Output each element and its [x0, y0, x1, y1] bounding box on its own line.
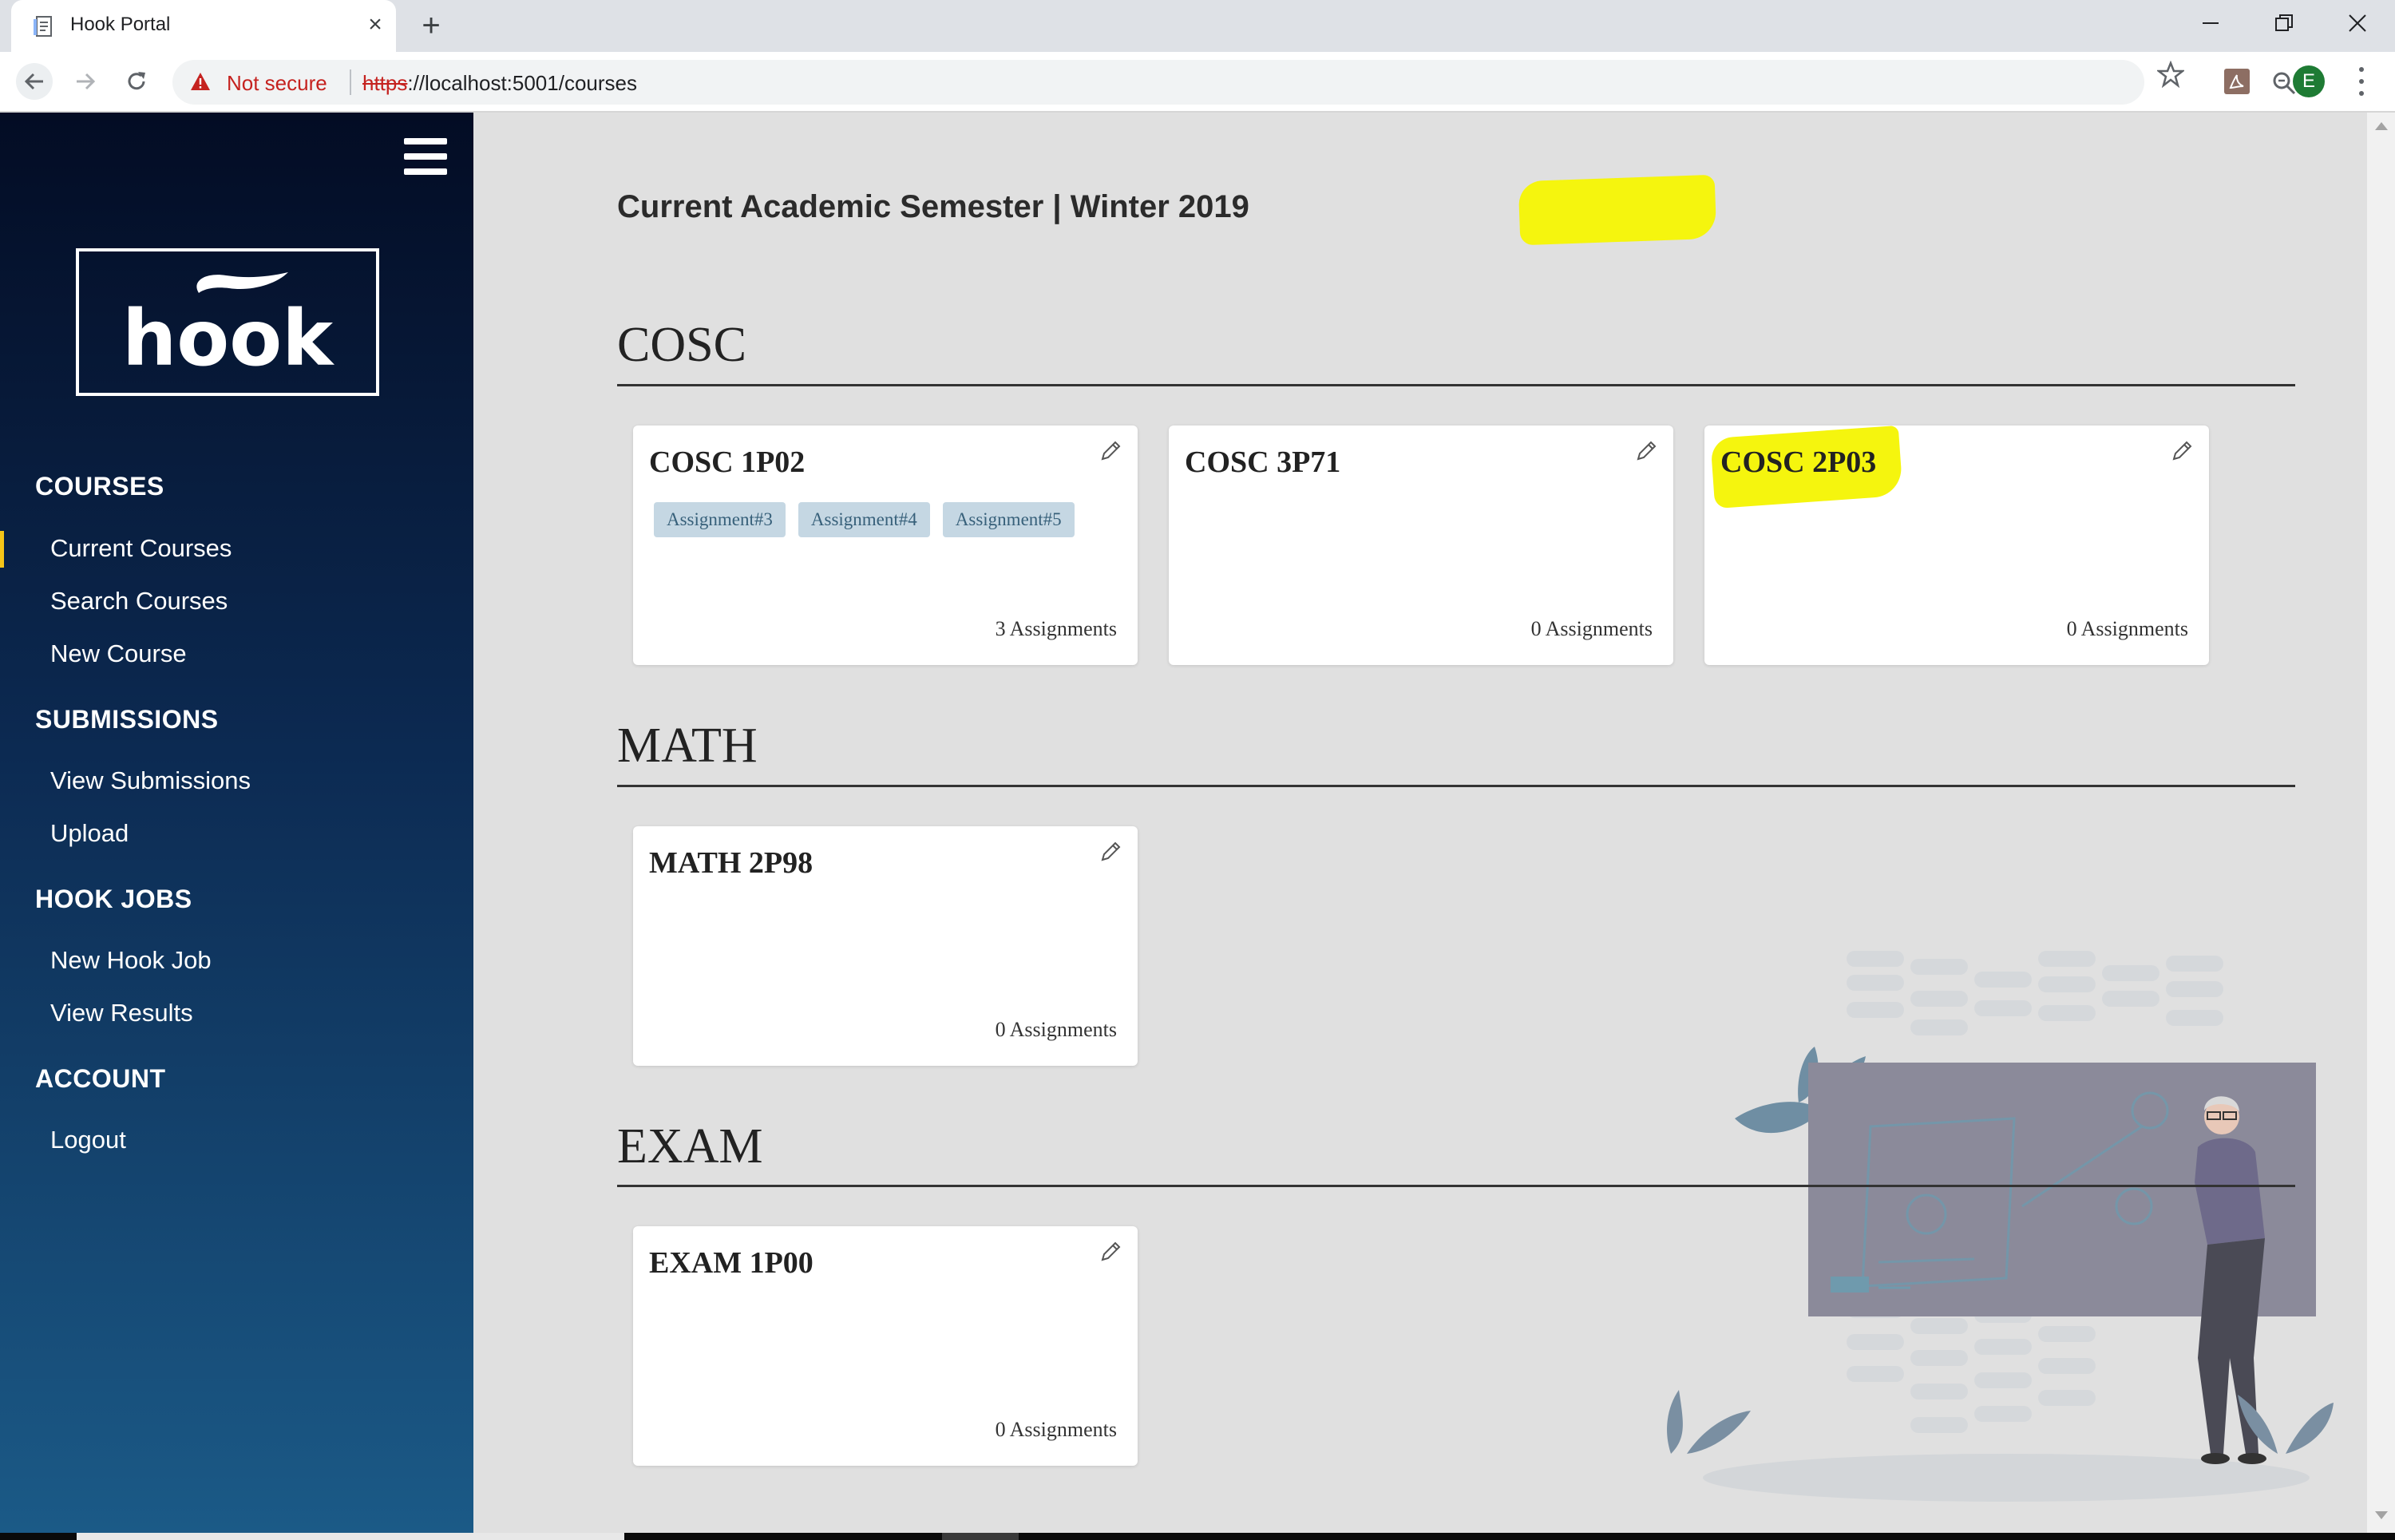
course-title[interactable]: COSC 1P02: [649, 445, 805, 480]
back-icon[interactable]: [16, 63, 53, 100]
page-scrollbar[interactable]: [2367, 113, 2395, 1533]
url-text[interactable]: https://localhost:5001/courses: [362, 71, 637, 96]
pencil-icon[interactable]: [1633, 438, 1659, 464]
assignment-tag[interactable]: Assignment#4: [798, 502, 930, 537]
course-title[interactable]: COSC 2P03: [1720, 445, 1876, 480]
nav-heading-courses: COURSES: [35, 472, 164, 501]
active-nav-marker: [0, 531, 4, 568]
assignment-tag[interactable]: Assignment#3: [654, 502, 786, 537]
restore-window-icon[interactable]: [2248, 0, 2320, 46]
browser-toolbar: Not secure https://localhost:5001/course…: [0, 52, 2395, 113]
nav-item-new-hook-job[interactable]: New Hook Job: [50, 946, 212, 975]
url-path: ://localhost:5001/courses: [407, 71, 637, 95]
semester-prefix: Current Academic Semester |: [617, 189, 1071, 224]
annotation-highlight: [1518, 174, 1717, 246]
main-content: Current Academic Semester | Winter 2019: [473, 113, 2367, 1533]
section-title-exam: EXAM: [617, 1119, 763, 1174]
assignment-count: 0 Assignments: [995, 1418, 1117, 1441]
hook-logo[interactable]: hook: [76, 248, 379, 396]
security-status[interactable]: Not secure: [227, 71, 327, 96]
plus-icon[interactable]: +: [414, 10, 449, 45]
course-title[interactable]: EXAM 1P00: [649, 1245, 814, 1281]
section-divider: [617, 785, 2295, 787]
assignment-tag[interactable]: Assignment#5: [942, 502, 1075, 537]
nav-item-view-submissions[interactable]: View Submissions: [50, 766, 251, 795]
pdf-extension-icon[interactable]: [2224, 69, 2250, 94]
course-card-cosc-3p71[interactable]: COSC 3P71 0 Assignments: [1169, 426, 1673, 665]
bookmark-star-icon[interactable]: [2157, 61, 2184, 88]
page-title: Current Academic Semester | Winter 2019: [617, 189, 1249, 225]
tab-title: Hook Portal: [70, 14, 171, 35]
scroll-up-arrow-icon[interactable]: [2375, 122, 2388, 130]
profile-avatar[interactable]: E: [2293, 65, 2325, 97]
course-title[interactable]: COSC 3P71: [1185, 445, 1340, 480]
pencil-icon[interactable]: [1098, 438, 1123, 464]
pencil-icon[interactable]: [1098, 1239, 1123, 1265]
section-title-cosc: COSC: [617, 318, 746, 372]
course-card-cosc-2p03[interactable]: COSC 2P03 0 Assignments: [1704, 425, 2209, 665]
nav-item-current-courses[interactable]: Current Courses: [50, 534, 232, 563]
page-icon: [34, 16, 52, 37]
hamburger-menu-icon[interactable]: [404, 138, 447, 175]
browser-tab-strip: Hook Portal × +: [0, 0, 2395, 52]
nav-heading-hook-jobs: HOOK JOBS: [35, 885, 192, 913]
teacher-illustration: [1667, 951, 2334, 1502]
browser-tab[interactable]: Hook Portal ×: [11, 0, 396, 52]
assignment-count: 0 Assignments: [2066, 617, 2188, 640]
assignment-count: 0 Assignments: [1530, 617, 1653, 640]
sidebar: hook COURSES Current Courses Search Cour…: [0, 113, 473, 1533]
section-divider: [617, 384, 2295, 386]
course-card-exam-1p00[interactable]: EXAM 1P00 0 Assignments: [633, 1226, 1138, 1466]
url-scheme: https: [362, 71, 408, 95]
hook-logo-mark: hook: [122, 272, 335, 383]
assignment-count: 3 Assignments: [995, 617, 1117, 640]
nav-item-view-results[interactable]: View Results: [50, 999, 193, 1027]
logo-text: hook: [122, 294, 335, 383]
nav-heading-account: ACCOUNT: [35, 1064, 166, 1093]
assignment-count: 0 Assignments: [995, 1018, 1117, 1041]
os-taskbar: [0, 1533, 2395, 1540]
taskbar-active-window[interactable]: [77, 1533, 624, 1540]
nav-item-logout[interactable]: Logout: [50, 1126, 126, 1154]
reload-icon[interactable]: [118, 63, 155, 100]
section-title-math: MATH: [617, 719, 758, 773]
forward-icon[interactable]: [67, 63, 104, 100]
scroll-down-arrow-icon[interactable]: [2375, 1511, 2388, 1519]
nav-item-search-courses[interactable]: Search Courses: [50, 587, 228, 616]
section-divider: [617, 1185, 2295, 1187]
assignment-tags: Assignment#3 Assignment#4 Assignment#5: [654, 502, 1075, 537]
taskbar-item[interactable]: [942, 1533, 1019, 1540]
semester-name: Winter 2019: [1070, 189, 1249, 224]
close-window-icon[interactable]: [2322, 0, 2393, 46]
nav-heading-submissions: SUBMISSIONS: [35, 705, 219, 734]
more-menu-icon[interactable]: [2353, 64, 2369, 99]
warning-icon: [191, 73, 210, 90]
nav-item-new-course[interactable]: New Course: [50, 639, 187, 668]
address-bar[interactable]: Not secure https://localhost:5001/course…: [172, 60, 2296, 105]
pencil-icon[interactable]: [1098, 839, 1123, 865]
course-card-cosc-1p02[interactable]: COSC 1P02 Assignment#3 Assignment#4 Assi…: [633, 426, 1138, 665]
pencil-icon[interactable]: [2169, 438, 2195, 464]
course-card-math-2p98[interactable]: MATH 2P98 0 Assignments: [633, 826, 1138, 1066]
close-icon[interactable]: ×: [362, 13, 388, 38]
course-title[interactable]: MATH 2P98: [649, 845, 813, 881]
nav-item-upload[interactable]: Upload: [50, 819, 129, 848]
omnibox-divider: [350, 69, 351, 95]
minimize-window-icon[interactable]: [2175, 0, 2247, 46]
